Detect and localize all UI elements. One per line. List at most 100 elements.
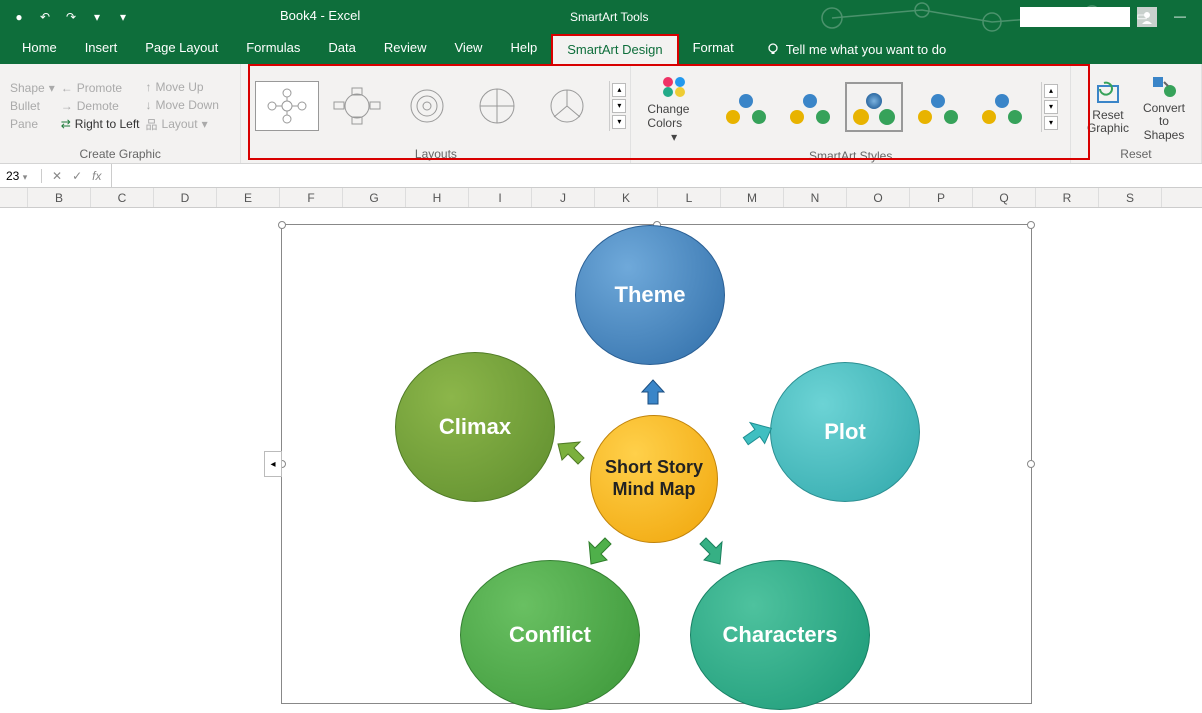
change-colors-button[interactable]: Change Colors ▾ <box>641 68 707 146</box>
column-header[interactable]: J <box>532 188 595 207</box>
tab-data[interactable]: Data <box>314 34 369 64</box>
tab-view[interactable]: View <box>441 34 497 64</box>
tab-home[interactable]: Home <box>8 34 71 64</box>
style-option-3[interactable] <box>845 82 903 132</box>
smartart-node-theme[interactable]: Theme <box>575 225 725 365</box>
cancel-icon[interactable]: ✕ <box>52 169 62 183</box>
smartart-node-characters[interactable]: Characters <box>690 560 870 710</box>
smartart-node-center[interactable]: Short Story Mind Map <box>590 415 718 543</box>
minimize-icon[interactable]: — <box>1168 4 1192 28</box>
column-header[interactable]: C <box>91 188 154 207</box>
tab-review[interactable]: Review <box>370 34 441 64</box>
layout-option-matrix[interactable] <box>465 81 529 131</box>
column-header[interactable]: S <box>1099 188 1162 207</box>
resize-handle-e[interactable] <box>1027 460 1035 468</box>
promote-button: ← Promote <box>61 81 140 95</box>
style-option-1[interactable] <box>717 82 775 132</box>
arrow-downright-icon <box>696 536 726 566</box>
reset-graphic-button[interactable]: Reset Graphic <box>1081 75 1135 137</box>
column-header[interactable]: D <box>154 188 217 207</box>
chevron-down-icon: ▾ <box>49 81 55 95</box>
layout-option-cycle[interactable] <box>325 81 389 131</box>
gallery-more-button[interactable]: ▾ <box>612 115 626 129</box>
column-header[interactable]: H <box>406 188 469 207</box>
column-header[interactable]: K <box>595 188 658 207</box>
layout-option-target[interactable] <box>395 81 459 131</box>
smartart-node-plot[interactable]: Plot <box>770 362 920 502</box>
column-header[interactable]: F <box>280 188 343 207</box>
resize-handle-ne[interactable] <box>1027 221 1035 229</box>
resize-handle-nw[interactable] <box>278 221 286 229</box>
convert-button[interactable]: Convert to Shapes <box>1137 68 1191 144</box>
tell-me-search[interactable]: Tell me what you want to do <box>748 34 946 64</box>
layouts-gallery[interactable] <box>251 75 603 137</box>
layout-button: 品 Layout ▾ <box>146 116 219 133</box>
context-tab-label: SmartArt Tools <box>570 10 648 24</box>
group-label-styles: SmartArt Styles <box>641 146 1060 163</box>
tab-page-layout[interactable]: Page Layout <box>131 34 232 64</box>
move-down-button: ↓ Move Down <box>146 98 219 112</box>
reset-graphic-icon <box>1092 77 1124 109</box>
gallery-down-button[interactable]: ▾ <box>612 99 626 113</box>
tab-formulas[interactable]: Formulas <box>232 34 314 64</box>
search-input[interactable] <box>1020 7 1130 27</box>
column-header[interactable]: B <box>28 188 91 207</box>
window-controls: ▭ — <box>1130 4 1192 28</box>
column-header[interactable]: L <box>658 188 721 207</box>
autosave-icon[interactable]: ● <box>10 8 28 26</box>
add-bullet-button: Bullet <box>10 99 55 113</box>
layout-option-pie[interactable] <box>535 81 599 131</box>
change-colors-icon <box>658 70 690 102</box>
tab-smartart-design[interactable]: SmartArt Design <box>551 34 678 64</box>
smartart-node-conflict[interactable]: Conflict <box>460 560 640 710</box>
column-header[interactable]: I <box>469 188 532 207</box>
enter-icon[interactable]: ✓ <box>72 169 82 183</box>
layouts-gallery-scroll: ▴ ▾ ▾ <box>609 81 628 131</box>
styles-gallery[interactable] <box>713 76 1035 138</box>
group-create-graphic: Shape ▾ Bullet Pane ← Promote → Demote ⇄… <box>0 64 241 163</box>
tab-help[interactable]: Help <box>496 34 551 64</box>
column-header[interactable]: G <box>343 188 406 207</box>
formula-bar: 23 ▾ ✕ ✓ fx <box>0 164 1202 188</box>
worksheet-grid[interactable]: BCDEFGHIJKLMNOPQRS <box>0 188 1202 208</box>
layout-option-radial[interactable] <box>255 81 319 131</box>
style-option-2[interactable] <box>781 82 839 132</box>
tab-insert[interactable]: Insert <box>71 34 132 64</box>
column-header[interactable]: O <box>847 188 910 207</box>
fx-icon[interactable]: fx <box>92 169 101 183</box>
add-shape-button[interactable]: Shape ▾ <box>10 81 55 95</box>
qat-overflow-icon[interactable]: ▾ <box>114 8 132 26</box>
window-title: Book4 - Excel <box>280 8 360 23</box>
tab-format[interactable]: Format <box>679 34 748 64</box>
text-pane-toggle[interactable]: ◂ <box>264 451 282 477</box>
name-box[interactable]: 23 ▾ <box>0 169 42 183</box>
group-layouts: ▴ ▾ ▾ Layouts <box>241 64 631 163</box>
formula-input[interactable] <box>111 164 1202 187</box>
ribbon: Shape ▾ Bullet Pane ← Promote → Demote ⇄… <box>0 64 1202 164</box>
column-header[interactable]: N <box>784 188 847 207</box>
column-header[interactable]: R <box>1036 188 1099 207</box>
gallery-up-button[interactable]: ▴ <box>1044 84 1058 98</box>
column-header[interactable]: M <box>721 188 784 207</box>
style-option-4[interactable] <box>909 82 967 132</box>
redo-icon[interactable]: ↷ <box>62 8 80 26</box>
qat-dropdown-icon[interactable]: ▾ <box>88 8 106 26</box>
rtl-icon: ⇄ <box>61 117 71 131</box>
gallery-down-button[interactable]: ▾ <box>1044 100 1058 114</box>
group-label-reset: Reset <box>1081 144 1191 161</box>
column-header[interactable]: Q <box>973 188 1036 207</box>
convert-label: Convert to Shapes <box>1143 102 1185 142</box>
ribbon-display-icon[interactable]: ▭ <box>1130 4 1154 28</box>
gallery-up-button[interactable]: ▴ <box>612 83 626 97</box>
undo-icon[interactable]: ↶ <box>36 8 54 26</box>
text-pane-button[interactable]: Pane <box>10 117 55 131</box>
group-label-create-graphic: Create Graphic <box>10 144 230 161</box>
rtl-button[interactable]: ⇄ Right to Left <box>61 117 140 131</box>
column-header[interactable]: P <box>910 188 973 207</box>
gallery-more-button[interactable]: ▾ <box>1044 116 1058 130</box>
arrow-up-icon <box>638 378 668 408</box>
group-reset: Reset Graphic Convert to Shapes Reset <box>1071 64 1202 163</box>
style-option-5[interactable] <box>973 82 1031 132</box>
smartart-node-climax[interactable]: Climax <box>395 352 555 502</box>
column-header[interactable]: E <box>217 188 280 207</box>
